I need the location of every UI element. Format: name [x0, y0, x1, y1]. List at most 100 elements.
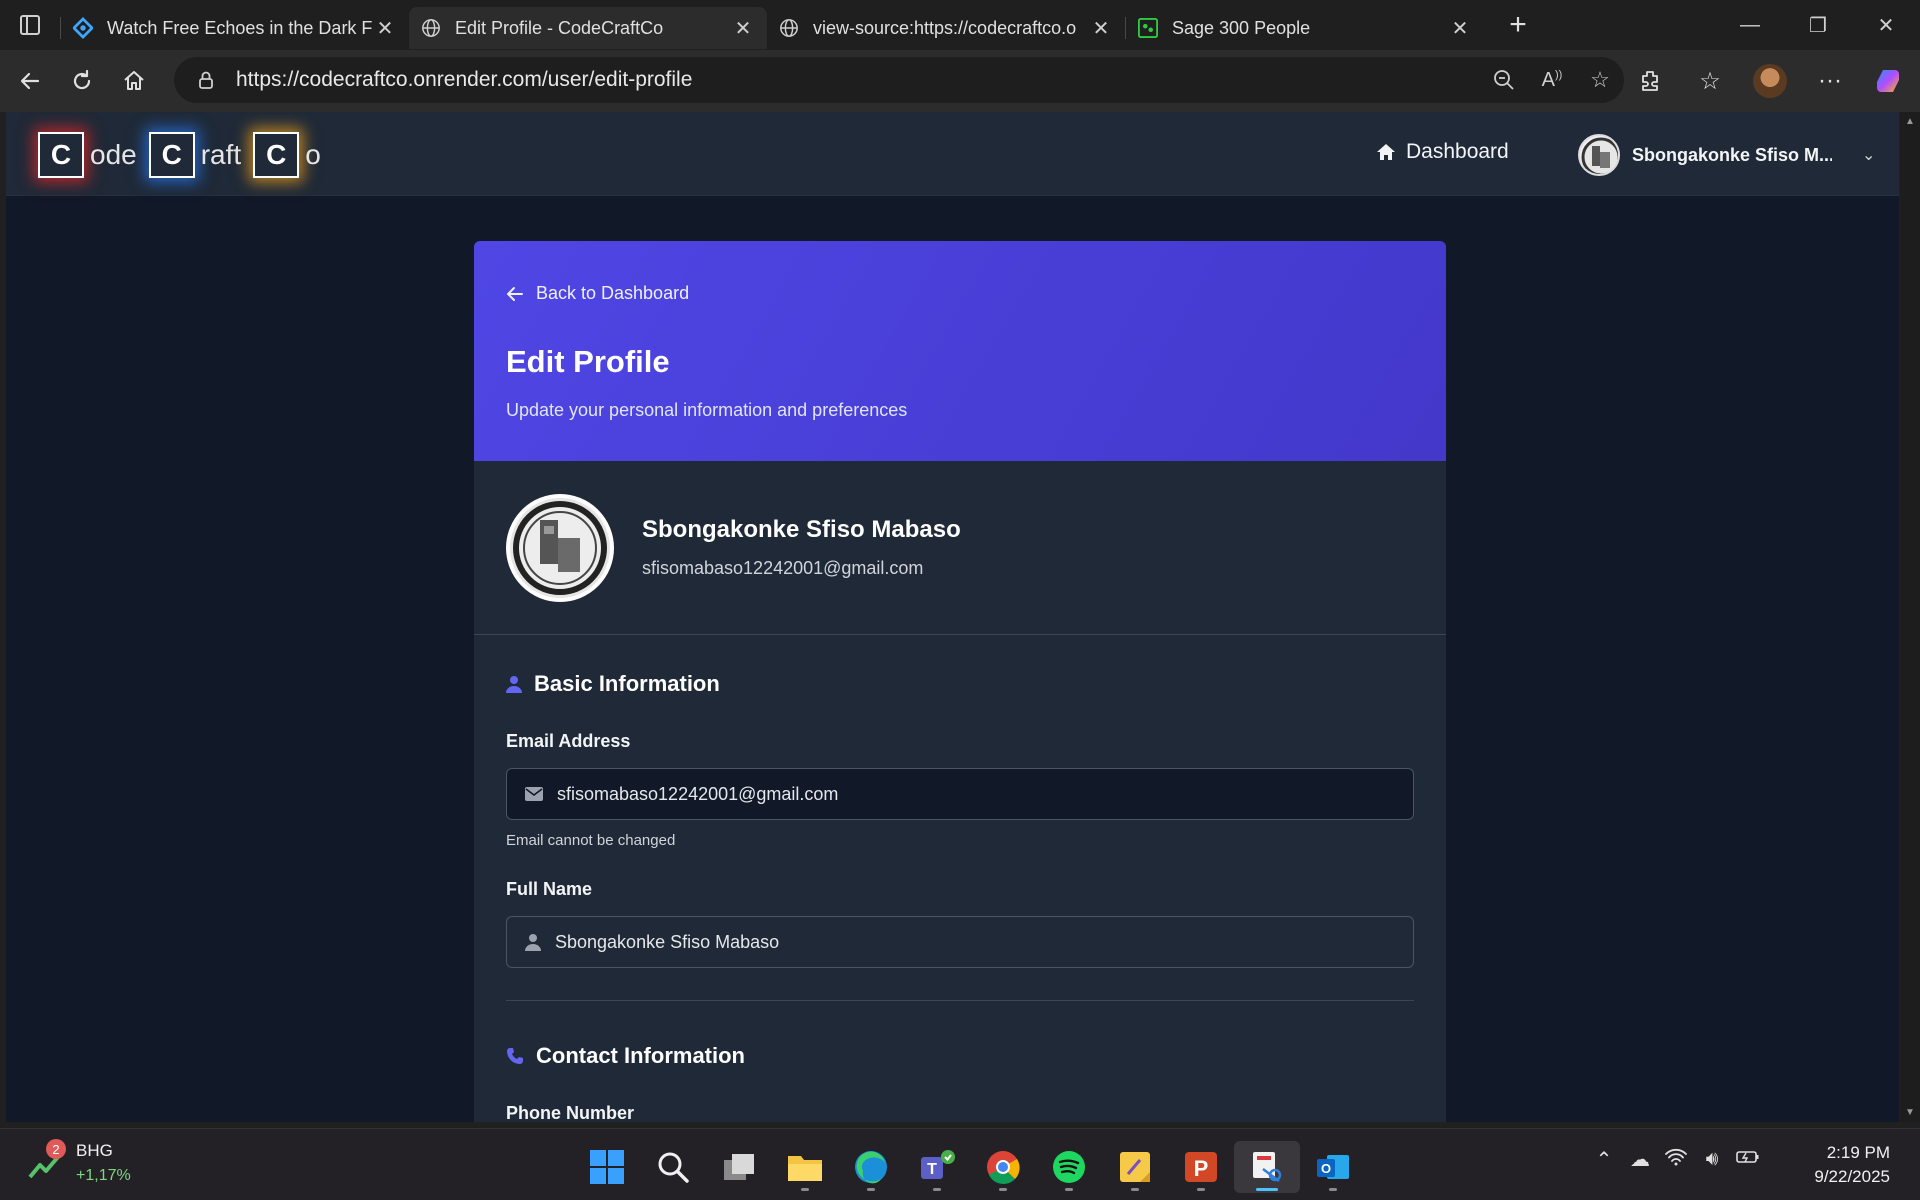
profile-avatar[interactable]: [1740, 50, 1800, 112]
zoom-out-icon[interactable]: [1480, 69, 1528, 91]
full-name-value: Sbongakonke Sfiso Mabaso: [555, 931, 780, 952]
logo-text: ode: [90, 139, 137, 170]
read-aloud-icon[interactable]: A)): [1528, 69, 1576, 92]
email-field[interactable]: sfisomabaso12242001@gmail.com: [506, 768, 1414, 820]
edge-browser-icon[interactable]: [838, 1141, 904, 1193]
close-icon[interactable]: ✕: [1089, 16, 1113, 41]
minimize-icon[interactable]: —: [1716, 0, 1784, 50]
svg-text:P: P: [1194, 1156, 1209, 1181]
url-text[interactable]: https://codecraftco.onrender.com/user/ed…: [236, 68, 1480, 92]
section-title: Contact Information: [536, 1043, 745, 1068]
dashboard-label: Dashboard: [1406, 140, 1509, 163]
section-title: Basic Information: [534, 671, 720, 696]
dashboard-nav-link[interactable]: Dashboard: [1376, 140, 1509, 164]
new-tab-button[interactable]: +: [1498, 5, 1538, 45]
logo-letter: C: [253, 132, 300, 178]
close-window-icon[interactable]: ✕: [1852, 0, 1920, 50]
outlook-icon[interactable]: O: [1300, 1141, 1366, 1193]
back-arrow-icon[interactable]: [4, 59, 56, 103]
lock-icon[interactable]: [196, 70, 216, 90]
scroll-down-icon[interactable]: ▼: [1905, 1107, 1915, 1118]
sidebar-toggle-icon: [20, 15, 40, 35]
arrow-left-icon: [507, 286, 523, 301]
tab-actions-button[interactable]: [0, 0, 60, 50]
tab-title: Watch Free Echoes in the Dark Fu: [107, 17, 373, 38]
restore-icon[interactable]: ❐: [1784, 0, 1852, 50]
onedrive-icon[interactable]: ☁: [1622, 1147, 1658, 1172]
chevron-up-icon[interactable]: ⌃: [1586, 1147, 1622, 1172]
user-icon: [525, 934, 541, 951]
back-label: Back to Dashboard: [536, 283, 690, 303]
user-name: Sbongakonke Sfiso M...: [1632, 144, 1832, 165]
close-icon[interactable]: ✕: [1448, 16, 1472, 41]
close-icon[interactable]: ✕: [731, 16, 755, 41]
logo-text: o: [305, 139, 321, 170]
battery-icon[interactable]: [1730, 1148, 1766, 1171]
copilot-icon[interactable]: [1860, 50, 1920, 112]
snipping-tool-icon[interactable]: [1234, 1141, 1300, 1193]
page-scrollbar[interactable]: ▲ ▼: [1900, 112, 1920, 1122]
stock-widget[interactable]: 2 BHG +1,17%: [28, 1139, 131, 1184]
full-name-field[interactable]: Sbongakonke Sfiso Mabaso: [506, 916, 1414, 968]
chrome-icon[interactable]: [970, 1141, 1036, 1193]
profile-form: Basic Information Email Address sfisomab…: [474, 635, 1446, 1122]
edit-profile-card: Back to Dashboard Edit Profile Update yo…: [474, 241, 1446, 1122]
email-label: Email Address: [506, 731, 631, 751]
section-divider: [506, 1000, 1414, 1001]
home-icon: [1377, 144, 1395, 160]
page-viewport: C ode C raft C o Dashboard Sbongakonke S…: [6, 112, 1899, 1122]
favorites-icon[interactable]: ☆: [1680, 50, 1740, 112]
browser-tab-1[interactable]: Watch Free Echoes in the Dark Fu ✕: [61, 7, 409, 49]
spotify-icon[interactable]: [1036, 1141, 1102, 1193]
close-icon[interactable]: ✕: [373, 16, 397, 41]
taskbar-apps: T P O: [574, 1141, 1366, 1193]
file-explorer-icon[interactable]: [772, 1141, 838, 1193]
browser-tab-3[interactable]: view-source:https://codecraftco.o ✕: [767, 7, 1125, 49]
profile-name: Sbongakonke Sfiso Mabaso: [642, 516, 961, 543]
back-to-dashboard-link[interactable]: Back to Dashboard: [506, 283, 1414, 304]
browser-toolbar: https://codecraftco.onrender.com/user/ed…: [0, 50, 1920, 112]
logo-letter: C: [38, 132, 84, 178]
search-icon[interactable]: [640, 1141, 706, 1193]
avatar[interactable]: [506, 493, 614, 602]
stream-site-icon: [73, 17, 93, 39]
codecraftco-logo[interactable]: C ode C raft C o: [38, 132, 333, 178]
extensions-icon[interactable]: [1620, 50, 1680, 112]
user-menu-button[interactable]: Sbongakonke Sfiso M... ⌄: [1578, 134, 1875, 176]
section-heading-contact: Contact Information: [506, 1043, 1414, 1069]
notification-badge: 2: [46, 1139, 66, 1159]
chevron-down-icon: ⌄: [1862, 147, 1876, 164]
sticky-notes-icon[interactable]: [1102, 1141, 1168, 1193]
task-view-icon[interactable]: [706, 1141, 772, 1193]
clock-time: 2:19 PM: [1826, 1143, 1890, 1162]
address-bar[interactable]: https://codecraftco.onrender.com/user/ed…: [174, 57, 1624, 103]
reload-icon[interactable]: [56, 59, 108, 103]
browser-tab-4[interactable]: Sage 300 People ✕: [1126, 7, 1484, 49]
system-clock[interactable]: 2:19 PM 9/22/2025: [1814, 1141, 1890, 1189]
more-menu-icon[interactable]: ···: [1800, 50, 1860, 112]
browser-tab-2[interactable]: Edit Profile - CodeCraftCo ✕: [409, 7, 767, 49]
user-icon: [506, 676, 522, 693]
clock-date: 9/22/2025: [1814, 1167, 1890, 1186]
tab-title: view-source:https://codecraftco.o: [813, 17, 1077, 38]
wifi-icon[interactable]: [1658, 1148, 1694, 1172]
volume-icon[interactable]: 🔊︎: [1694, 1148, 1730, 1171]
powerpoint-icon[interactable]: P: [1168, 1141, 1234, 1193]
logo-letter: C: [148, 132, 195, 178]
windows-start-icon[interactable]: [574, 1141, 640, 1193]
email-value: sfisomabaso12242001@gmail.com: [557, 783, 839, 804]
section-heading-basic: Basic Information: [506, 671, 1414, 697]
email-hint: Email cannot be changed: [506, 832, 676, 849]
phone-icon: [507, 1048, 523, 1064]
envelope-icon: [525, 787, 543, 801]
stock-symbol: BHG: [76, 1141, 113, 1160]
tab-title: Edit Profile - CodeCraftCo: [455, 17, 664, 38]
scroll-up-icon[interactable]: ▲: [1905, 116, 1915, 127]
favorite-star-icon[interactable]: ☆: [1576, 67, 1624, 93]
sage-icon: [1138, 18, 1158, 38]
teams-icon[interactable]: T: [904, 1141, 970, 1193]
home-icon[interactable]: [108, 59, 160, 103]
browser-tab-strip: Watch Free Echoes in the Dark Fu ✕ Edit …: [0, 0, 1920, 50]
tab-title: Sage 300 People: [1172, 17, 1311, 38]
stock-change: +1,17%: [76, 1167, 131, 1184]
